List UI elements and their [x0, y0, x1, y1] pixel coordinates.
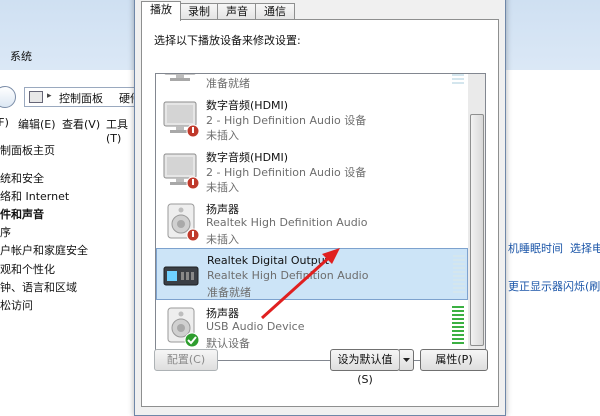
- sidebar-item-home[interactable]: 制面板主页: [0, 142, 55, 158]
- sidebar-item-user-accounts[interactable]: 户帐户和家庭安全: [0, 242, 88, 258]
- playback-device-list[interactable]: 2 - High Definition Audio 设备准备就绪数字音频(HDM…: [155, 73, 486, 361]
- properties-button[interactable]: 属性(P): [420, 349, 488, 371]
- device-status: 准备就绪: [207, 286, 251, 299]
- sidebar-item-hardware-sound[interactable]: 件和声音: [0, 206, 44, 222]
- sidebar-item-system-security[interactable]: 统和安全: [0, 170, 44, 186]
- monitor-speaker-icon: [162, 150, 200, 190]
- monitor-speaker-icon: [162, 98, 200, 138]
- address-field[interactable]: ▸ 控制面板 硬件: [24, 87, 146, 107]
- device-item[interactable]: Realtek Digital Output Realtek High Defin…: [156, 248, 468, 300]
- back-button[interactable]: [0, 86, 16, 108]
- list-scrollbar[interactable]: [468, 74, 485, 360]
- device-name: 扬声器: [206, 307, 239, 320]
- device-item[interactable]: 数字音频(HDMI) 2 - High Definition Audio 设备 未插…: [156, 144, 468, 196]
- sidebar-item-clock-region[interactable]: 钟、语言和区域: [0, 279, 77, 295]
- unplugged-badge-icon: [186, 124, 200, 138]
- device-item[interactable]: 扬声器 Realtek High Definition Audio 未插入: [156, 196, 468, 248]
- device-status: 准备就绪: [206, 77, 250, 90]
- device-desc: Realtek High Definition Audio: [207, 269, 369, 282]
- device-item[interactable]: 2 - High Definition Audio 设备准备就绪: [156, 74, 468, 92]
- device-name: 数字音频(HDMI): [206, 151, 289, 164]
- device-item[interactable]: 数字音频(HDMI) 2 - High Definition Audio 设备 未插…: [156, 92, 468, 144]
- instruction-text: 选择以下播放设备来修改设置:: [154, 34, 301, 47]
- tab-playback[interactable]: 播放: [141, 1, 181, 21]
- device-status: 未插入: [206, 233, 239, 246]
- device-name: 扬声器: [206, 203, 239, 216]
- link-select-power[interactable]: 选择电: [570, 240, 600, 256]
- default-check-icon: [184, 332, 200, 348]
- sound-dialog: 播放 录制 声音 通信 选择以下播放设备来修改设置: 2 - High Defi…: [134, 0, 506, 416]
- device-name: 数字音频(HDMI): [206, 99, 289, 112]
- sidebar-item-programs[interactable]: 序: [0, 224, 11, 240]
- digital-output-icon: [163, 255, 201, 295]
- level-meter: [452, 74, 464, 88]
- tab-recording[interactable]: 录制: [179, 3, 219, 20]
- menu-file[interactable]: (F): [0, 116, 9, 129]
- level-meter: [452, 304, 464, 348]
- unplugged-badge-icon: [186, 176, 200, 190]
- chevron-right-icon: ▸: [47, 91, 52, 101]
- chevron-down-icon: [403, 358, 410, 362]
- window-title-system: 系统: [10, 50, 32, 63]
- speaker-icon: [162, 306, 200, 348]
- folder-icon: [29, 91, 43, 103]
- device-name: Realtek Digital Output: [207, 254, 330, 267]
- unplugged-badge-icon: [186, 228, 200, 242]
- tab-sounds[interactable]: 声音: [217, 3, 257, 20]
- device-status: 未插入: [206, 129, 239, 142]
- set-default-button[interactable]: 设为默认值(S): [330, 349, 400, 386]
- set-default-dropdown-button[interactable]: [399, 349, 414, 371]
- menu-edit[interactable]: 编辑(E): [18, 116, 56, 132]
- speaker-icon: [162, 202, 200, 242]
- device-desc: Realtek High Definition Audio: [206, 216, 368, 229]
- menu-bar: (F) 编辑(E) 查看(V) 工具(T): [0, 114, 140, 145]
- playback-panel: 选择以下播放设备来修改设置: 2 - High Definition Audio…: [141, 19, 499, 407]
- sidebar-item-appearance[interactable]: 观和个性化: [0, 261, 55, 277]
- scrollbar-thumb[interactable]: [470, 114, 484, 346]
- link-sleep-time[interactable]: 机睡眠时间: [508, 240, 563, 256]
- device-desc: 2 - High Definition Audio 设备: [206, 166, 367, 179]
- configure-button[interactable]: 配置(C): [154, 349, 218, 371]
- level-meter: [453, 253, 465, 297]
- link-refresh-rate[interactable]: 更正显示器闪烁(刷新率: [508, 278, 600, 294]
- breadcrumb-control-panel[interactable]: 控制面板: [59, 90, 103, 106]
- device-desc: 2 - High Definition Audio 设备: [206, 114, 367, 127]
- device-item[interactable]: 扬声器 USB Audio Device 默认设备: [156, 300, 468, 352]
- sidebar-item-ease-access[interactable]: 松访问: [0, 297, 33, 313]
- tab-communications[interactable]: 通信: [255, 3, 295, 20]
- sidebar-item-network[interactable]: 络和 Internet: [0, 188, 69, 204]
- device-status: 未插入: [206, 181, 239, 194]
- menu-view[interactable]: 查看(V): [62, 116, 100, 132]
- device-desc: USB Audio Device: [206, 320, 305, 333]
- monitor-speaker-icon: [162, 74, 200, 86]
